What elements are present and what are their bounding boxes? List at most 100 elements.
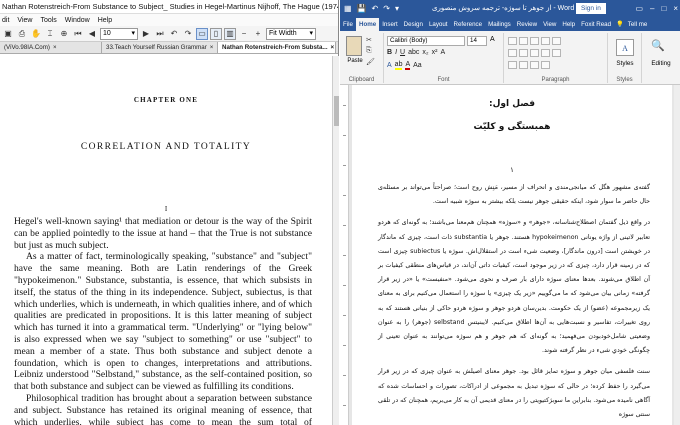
close-icon[interactable]: × xyxy=(331,42,335,53)
document-body[interactable]: گفته‌ی مشهور هگل که میانجی‌مندی و انحراف… xyxy=(378,181,650,425)
format-painter-icon[interactable]: 🖌 xyxy=(366,58,375,66)
first-page-icon[interactable]: ⏮ xyxy=(72,28,84,40)
tab-help[interactable]: Help xyxy=(559,18,578,31)
pdf-tab-rotenstreich[interactable]: Nathan Rotenstreich-From Substa... × xyxy=(218,42,336,53)
chapter-label: CHAPTER ONE xyxy=(133,96,199,104)
styles-button-label[interactable]: Styles xyxy=(608,60,642,67)
cut-icon[interactable]: ✂ xyxy=(366,36,372,44)
grow-font-icon[interactable]: A xyxy=(490,36,495,43)
next-page-icon[interactable]: ▶ xyxy=(140,28,152,40)
save-icon[interactable]: ▣ xyxy=(2,28,14,40)
document-paragraph[interactable]: گفته‌ی مشهور هگل که میانجی‌مندی و انحراف… xyxy=(378,181,650,209)
tab-mailings[interactable]: Mailings xyxy=(485,18,514,31)
menu-view[interactable]: View xyxy=(17,17,32,24)
copy-icon[interactable]: ⎘ xyxy=(366,47,372,55)
last-page-icon[interactable]: ⏭ xyxy=(154,28,166,40)
search-icon[interactable]: 🔍 xyxy=(651,39,665,52)
document-page[interactable]: فصل اول: همبستگی و کلیّت ۱ گفته‌ی مشهور … xyxy=(352,85,672,425)
chevron-down-icon: ▾ xyxy=(131,29,135,37)
subscript-icon[interactable]: x₂ xyxy=(422,49,428,56)
close-icon[interactable]: × xyxy=(210,42,214,53)
pdf-tab-russian-grammar[interactable]: 33.Teach Yourself Russian Grammar × xyxy=(102,42,218,53)
word-scrollbar[interactable] xyxy=(674,85,680,425)
word-title-bar: ▦ 💾 ↶ ↷ ▾ از جوهر تا سوژه- ترجمه سروش من… xyxy=(340,0,680,17)
single-page-icon[interactable]: ▯ xyxy=(210,27,222,40)
close-icon[interactable]: × xyxy=(53,42,57,53)
section-number: ۱ xyxy=(510,166,514,174)
pdf-scrollbar[interactable] xyxy=(332,56,339,425)
clear-format-icon[interactable]: A xyxy=(440,49,445,56)
show-marks-icon[interactable] xyxy=(541,61,550,69)
sign-in-button[interactable]: Sign in xyxy=(576,3,606,14)
maximize-icon[interactable]: □ xyxy=(661,0,666,17)
customize-icon[interactable]: ▾ xyxy=(395,4,399,13)
tab-references[interactable]: Reference xyxy=(451,18,486,31)
word-document-title: از جوهر تا سوژه- ترجمه سروش منصوری - Wor… xyxy=(432,5,575,12)
line-spacing-icon[interactable] xyxy=(552,49,561,57)
align-left-icon[interactable] xyxy=(508,49,517,57)
select-tool-icon[interactable]: ⌶ xyxy=(44,28,56,40)
prev-page-icon[interactable]: ◀ xyxy=(86,28,98,40)
zoom-tool-icon[interactable]: ⊕ xyxy=(58,28,70,40)
forward-icon[interactable]: ↷ xyxy=(182,28,194,40)
borders-icon[interactable] xyxy=(519,61,528,69)
bullets-icon[interactable] xyxy=(508,37,517,45)
ribbon-display-icon[interactable]: ▭ xyxy=(635,0,643,17)
tab-layout[interactable]: Layout xyxy=(426,18,451,31)
align-center-icon[interactable] xyxy=(519,49,528,57)
redo-icon[interactable]: ↷ xyxy=(383,4,390,13)
fit-page-icon[interactable]: ▭ xyxy=(196,27,208,40)
tab-foxit[interactable]: Foxit Read xyxy=(578,18,614,31)
styles-icon[interactable]: A xyxy=(616,39,634,56)
paste-icon[interactable] xyxy=(346,36,362,56)
menu-window[interactable]: Window xyxy=(65,17,90,24)
sort-icon[interactable] xyxy=(530,61,539,69)
superscript-icon[interactable]: x² xyxy=(432,49,438,56)
highlight-icon[interactable]: ab xyxy=(394,61,403,70)
paste-button-label[interactable]: Paste xyxy=(343,58,367,64)
italic-icon[interactable]: I xyxy=(395,49,397,56)
zoom-in-icon[interactable]: + xyxy=(252,28,264,40)
tab-home[interactable]: Home xyxy=(355,18,380,31)
text-effects-icon[interactable]: A xyxy=(387,62,392,69)
continuous-page-icon[interactable]: ▥ xyxy=(224,27,236,40)
underline-icon[interactable]: U xyxy=(400,49,405,56)
decrease-indent-icon[interactable] xyxy=(541,37,550,45)
page-number-field[interactable]: 10 ▾ xyxy=(100,27,138,40)
undo-icon[interactable]: ↶ xyxy=(372,4,379,13)
menu-help[interactable]: Help xyxy=(98,17,112,24)
zoom-select[interactable]: Fit Width ▾ xyxy=(266,27,316,40)
font-size-select[interactable]: 14 xyxy=(467,36,487,46)
hand-tool-icon[interactable]: ✋ xyxy=(30,28,42,40)
numbering-icon[interactable] xyxy=(519,37,528,45)
increase-indent-icon[interactable] xyxy=(552,37,561,45)
close-icon[interactable]: × xyxy=(673,0,678,17)
back-icon[interactable]: ↶ xyxy=(168,28,180,40)
tab-view[interactable]: View xyxy=(540,18,559,31)
editing-button-label[interactable]: Editing xyxy=(642,60,680,67)
document-paragraph[interactable]: سنت فلسفی میان جوهر و سوژه تمایز قائل بو… xyxy=(378,365,650,422)
shading-icon[interactable] xyxy=(508,61,517,69)
tab-insert[interactable]: Insert xyxy=(379,18,400,31)
change-case-icon[interactable]: Aa xyxy=(413,62,422,69)
save-icon[interactable]: 💾 xyxy=(357,4,367,13)
scrollbar-thumb[interactable] xyxy=(334,96,339,126)
tab-review[interactable]: Review xyxy=(514,18,540,31)
menu-edit[interactable]: dit xyxy=(2,17,9,24)
zoom-out-icon[interactable]: − xyxy=(238,28,250,40)
tell-me-box[interactable]: Tell me xyxy=(628,18,648,31)
justify-icon[interactable] xyxy=(541,49,550,57)
document-paragraph[interactable]: در واقع ذیل گفتمان اصطلاح‌شناسانه، «جوهر… xyxy=(378,216,650,358)
pdf-tab-vivo[interactable]: (ViVo.98IA.Com) × xyxy=(0,42,102,53)
minimize-icon[interactable]: – xyxy=(650,0,654,17)
strikethrough-icon[interactable]: abc xyxy=(408,49,419,56)
tab-design[interactable]: Design xyxy=(401,18,426,31)
tab-file[interactable]: File xyxy=(340,18,356,31)
bold-icon[interactable]: B xyxy=(387,49,392,56)
print-icon[interactable]: ⎙ xyxy=(16,28,28,40)
multilevel-list-icon[interactable] xyxy=(530,37,539,45)
align-right-icon[interactable] xyxy=(530,49,539,57)
font-name-select[interactable]: Calibri (Body) xyxy=(387,36,465,46)
font-color-icon[interactable]: A xyxy=(405,61,411,70)
menu-tools[interactable]: Tools xyxy=(40,17,56,24)
